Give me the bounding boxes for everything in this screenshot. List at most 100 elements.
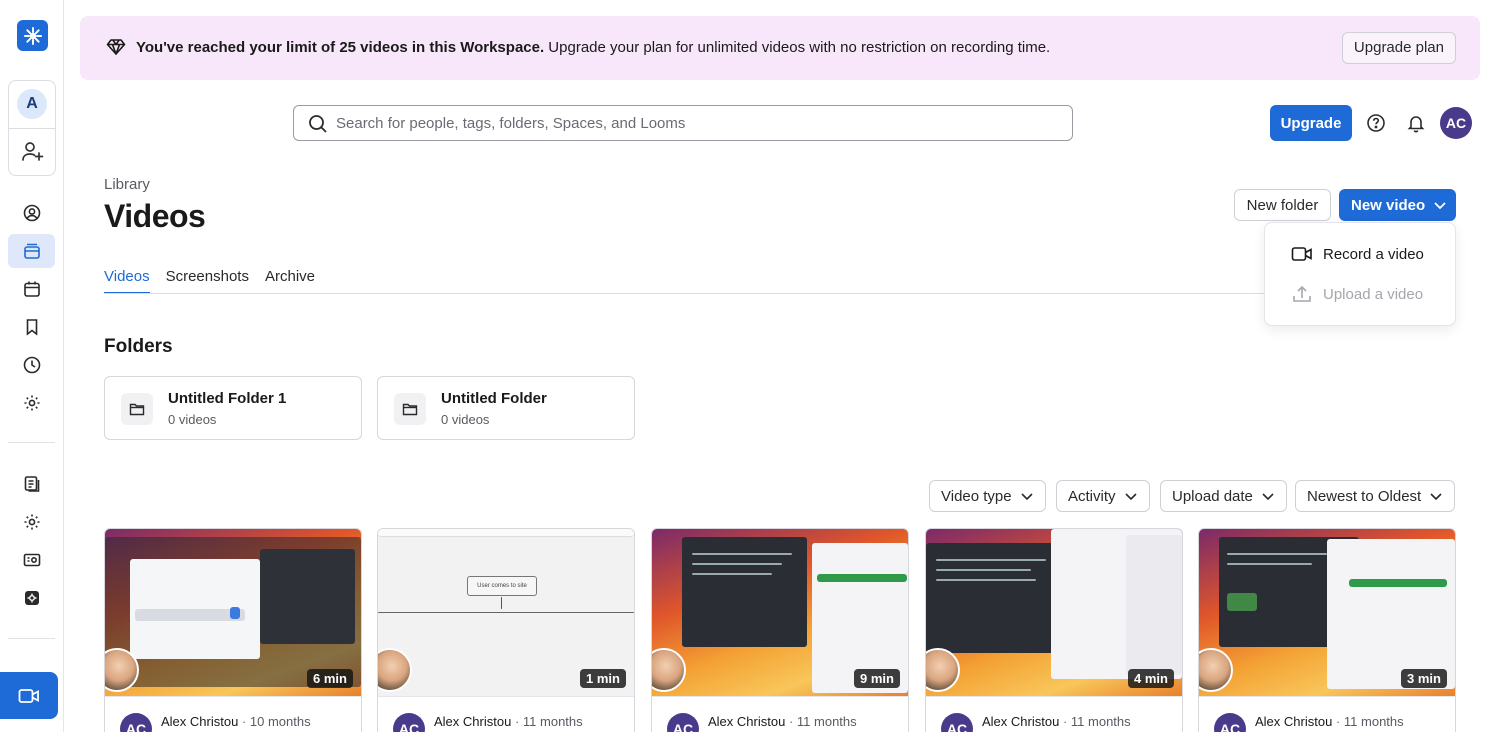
record-video-button[interactable] [0, 672, 58, 719]
camera-icon [18, 688, 39, 703]
presenter-avatar [926, 648, 960, 692]
upgrade-plan-button[interactable]: Upgrade plan [1341, 32, 1456, 64]
document-icon[interactable] [8, 467, 55, 501]
chevron-down-icon [1124, 493, 1137, 501]
divider [8, 442, 55, 443]
search-bar [293, 105, 1073, 141]
sort-order[interactable]: Newest to Oldest [1295, 480, 1456, 512]
video-thumbnail[interactable]: 9 min [652, 529, 908, 696]
presenter-avatar [378, 648, 412, 692]
video-duration: 1 min [580, 669, 626, 688]
tabs-divider [104, 293, 1264, 294]
help-icon[interactable] [1364, 111, 1388, 135]
video-duration: 9 min [854, 669, 900, 688]
sidebar: A [0, 0, 64, 732]
video-meta: AC Alex Christou · 10 months [105, 696, 361, 732]
video-duration: 3 min [1401, 669, 1447, 688]
video-card[interactable]: 6 min AC Alex Christou · 10 months [104, 528, 362, 732]
tab-screenshots[interactable]: Screenshots [166, 268, 249, 294]
user-avatar[interactable]: AC [1440, 107, 1472, 139]
loom-logo-icon[interactable] [17, 20, 48, 51]
library-icon[interactable] [8, 234, 55, 268]
video-card[interactable]: 9 min AC Alex Christou · 11 months [651, 528, 909, 732]
search-input[interactable] [336, 106, 1056, 140]
video-age: 11 months [522, 714, 583, 729]
folder-card[interactable]: Untitled Folder 0 videos [377, 376, 635, 440]
author-avatar: AC [941, 713, 973, 732]
gear-icon[interactable] [8, 505, 55, 539]
video-author: Alex Christou · 11 months [434, 714, 583, 729]
search-icon [308, 114, 328, 139]
folder-card[interactable]: Untitled Folder 1 0 videos [104, 376, 362, 440]
add-user-icon[interactable] [21, 139, 45, 163]
upload-icon [1293, 285, 1311, 302]
author-name: Alex Christou [982, 714, 1060, 729]
video-card[interactable]: 4 min AC Alex Christou · 11 months [925, 528, 1183, 732]
folder-name: Untitled Folder [441, 390, 547, 407]
screen-icon[interactable] [8, 543, 55, 577]
sort-label: Newest to Oldest [1307, 487, 1422, 505]
video-meta: AC Alex Christou · 11 months [926, 696, 1182, 732]
menu-item-label: Record a video [1323, 245, 1424, 263]
video-thumbnail[interactable]: 4 min [926, 529, 1182, 696]
author-name: Alex Christou [708, 714, 786, 729]
chevron-down-icon [1262, 493, 1274, 501]
bookmark-icon[interactable] [8, 310, 55, 344]
history-icon[interactable] [8, 348, 55, 382]
folder-icon [121, 393, 153, 425]
video-age: 11 months [1070, 714, 1131, 729]
menu-item-record[interactable]: Record a video [1291, 242, 1424, 266]
video-author: Alex Christou · 11 months [982, 714, 1131, 729]
filter-label: Video type [941, 487, 1012, 505]
divider [9, 128, 55, 129]
video-camera-icon [1291, 247, 1312, 261]
diagram-node: User comes to site [467, 576, 537, 596]
video-age: 11 months [1343, 714, 1404, 729]
chevron-down-icon [1430, 493, 1442, 501]
workspace-switcher: A [8, 80, 56, 176]
page-title: Videos [104, 198, 206, 234]
new-folder-button[interactable]: New folder [1234, 189, 1331, 221]
video-thumbnail[interactable]: 6 min [105, 529, 361, 696]
video-age: 10 months [249, 714, 311, 729]
tab-videos[interactable]: Videos [104, 268, 150, 294]
video-thumbnail[interactable]: User comes to site 1 min [378, 529, 634, 696]
video-meta: AC Alex Christou · 11 months [652, 696, 908, 732]
video-meta: AC Alex Christou · 11 months [1199, 696, 1455, 732]
banner-body-text: Upgrade your plan for unlimited videos w… [544, 39, 1051, 56]
author-avatar: AC [393, 713, 425, 732]
upgrade-banner: You've reached your limit of 25 videos i… [80, 16, 1480, 80]
video-card[interactable]: User comes to site 1 min AC Alex Christo… [377, 528, 635, 732]
diamond-icon [106, 37, 126, 62]
author-avatar: AC [1214, 713, 1246, 732]
upgrade-button[interactable]: Upgrade [1270, 105, 1352, 141]
tab-archive[interactable]: Archive [265, 268, 315, 294]
new-video-button[interactable]: New video [1339, 189, 1456, 221]
folder-icon [394, 393, 426, 425]
folder-count: 0 videos [441, 412, 490, 427]
settings-small-icon[interactable] [8, 581, 55, 615]
workspace-avatar[interactable]: A [17, 89, 47, 119]
new-video-menu: Record a video Upload a video [1264, 222, 1456, 326]
video-card[interactable]: 3 min AC Alex Christou · 11 months [1198, 528, 1456, 732]
filter-label: Activity [1068, 487, 1116, 505]
video-duration: 4 min [1128, 669, 1174, 688]
settings-icon[interactable] [8, 386, 55, 420]
profile-icon[interactable] [8, 196, 55, 230]
notifications-bell-icon[interactable] [1404, 111, 1428, 135]
calendar-icon[interactable] [8, 272, 55, 306]
filter-video-type[interactable]: Video type [929, 480, 1046, 512]
filter-activity[interactable]: Activity [1056, 480, 1150, 512]
chevron-down-icon [1434, 202, 1446, 210]
breadcrumb[interactable]: Library [104, 176, 150, 193]
new-video-label: New video [1351, 196, 1426, 214]
author-name: Alex Christou [161, 714, 239, 729]
presenter-avatar [652, 648, 686, 692]
video-thumbnail[interactable]: 3 min [1199, 529, 1455, 696]
chevron-down-icon [1021, 493, 1033, 501]
divider [8, 638, 55, 639]
author-avatar: AC [667, 713, 699, 732]
filter-upload-date[interactable]: Upload date [1160, 480, 1287, 512]
video-duration: 6 min [307, 669, 353, 688]
menu-item-upload[interactable]: Upload a video [1291, 282, 1423, 306]
